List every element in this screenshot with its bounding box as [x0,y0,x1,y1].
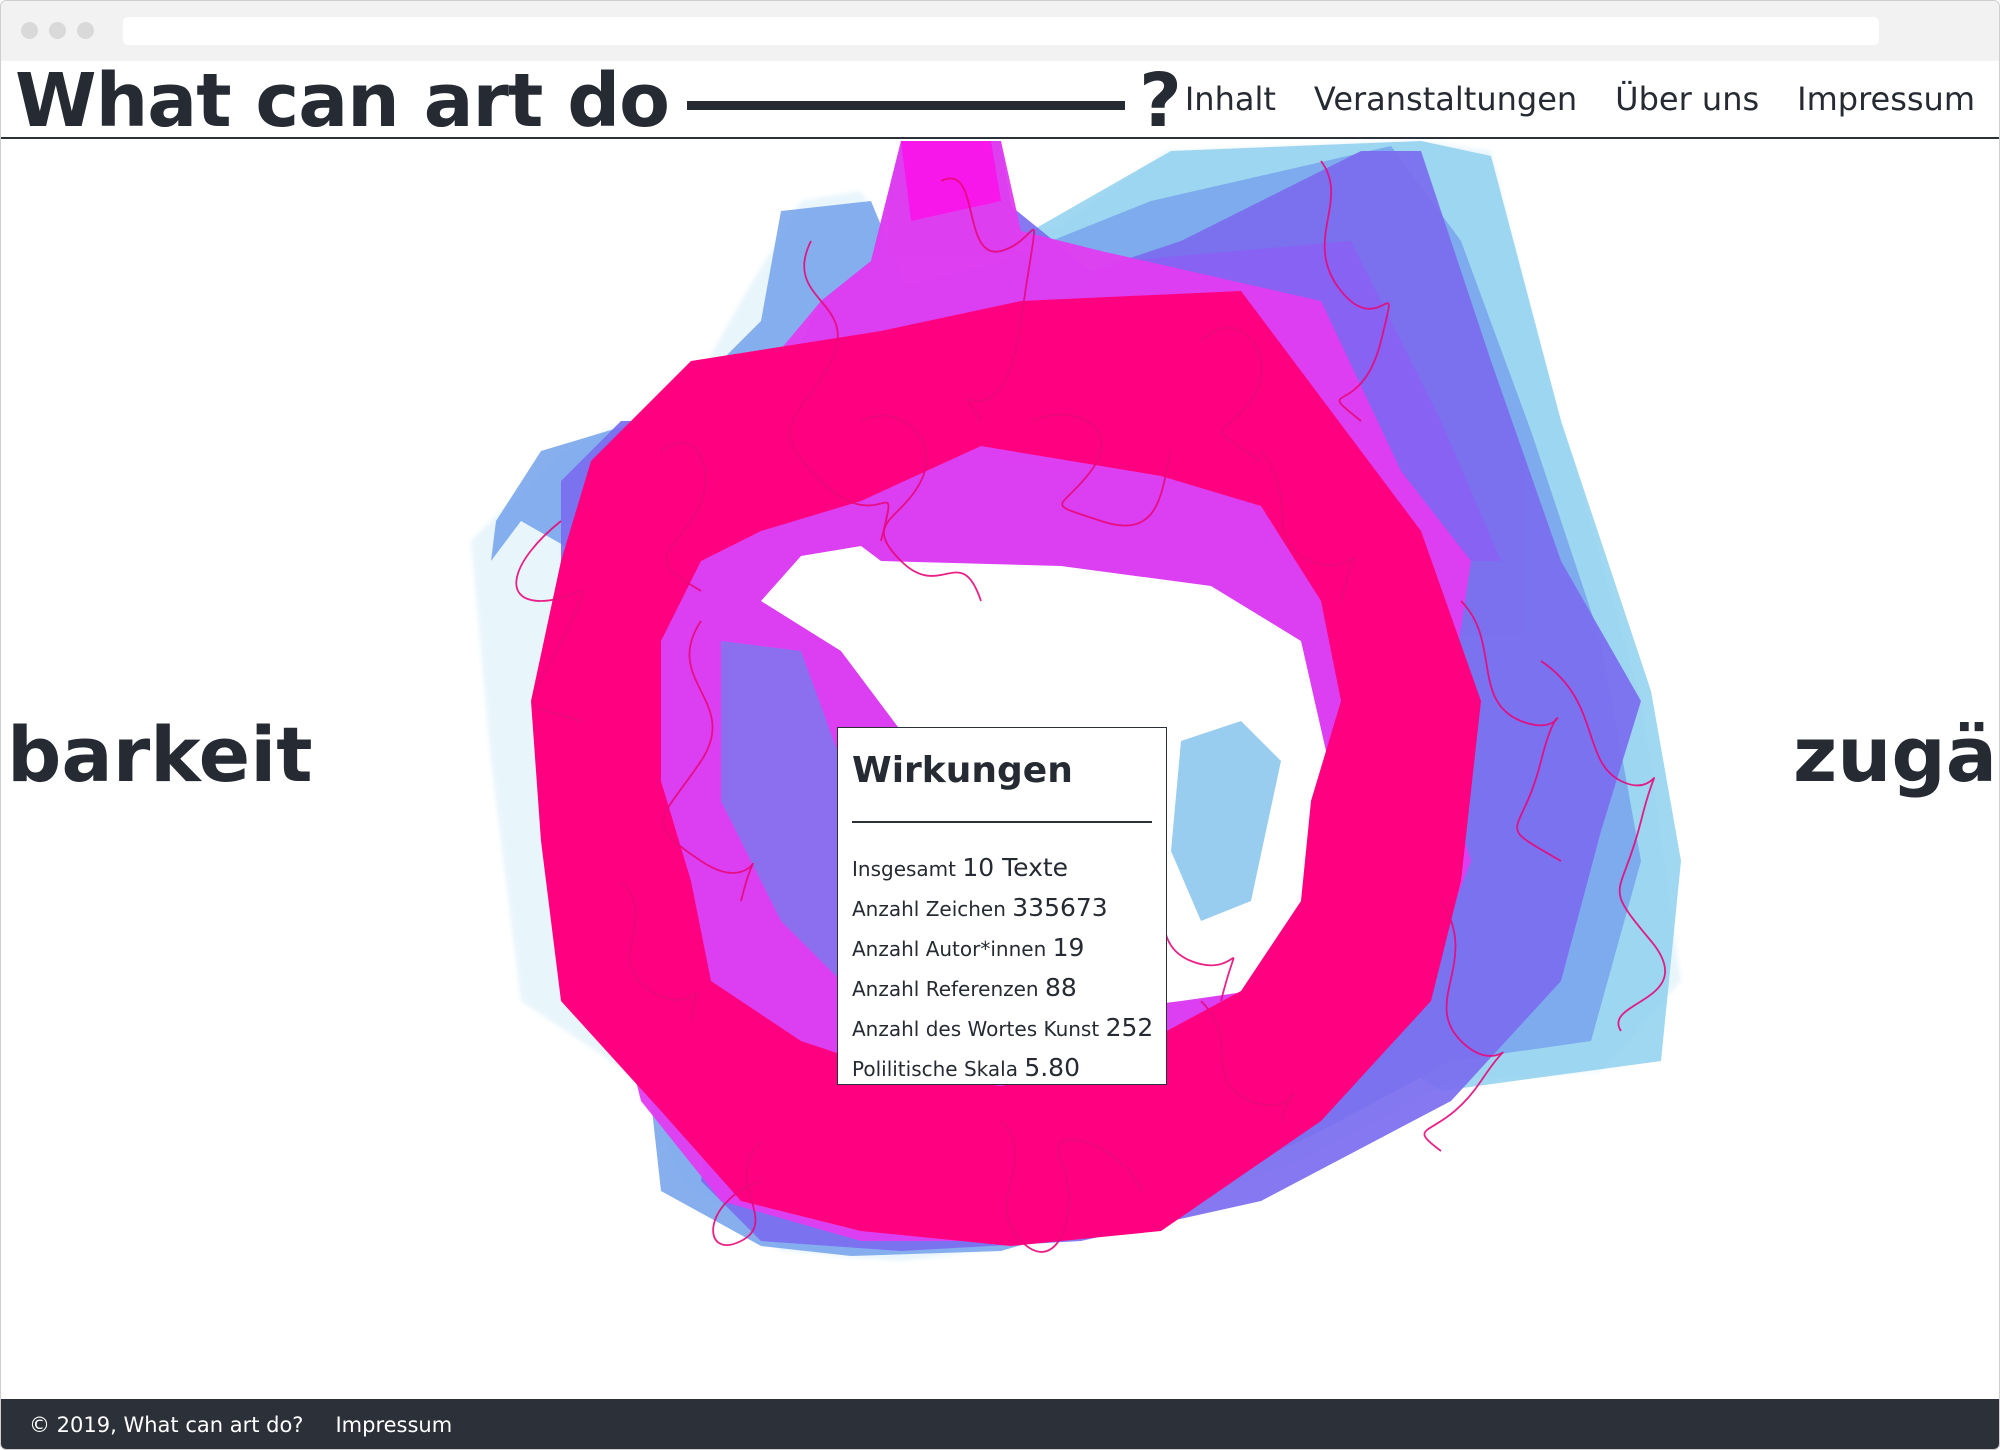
stat-value: 5.80 [1024,1053,1080,1082]
marquee-word-right: zugän [1793,710,1999,799]
stat-value: 10 Texte [962,853,1069,882]
stat-row-references: Anzahl Referenzen 88 [852,973,1152,1002]
stat-label: Anzahl Autor*innen [852,937,1047,961]
stat-value: 19 [1052,933,1085,962]
footer-impressum-link[interactable]: Impressum [335,1413,452,1437]
visualization-stage: barkeit zugän Wirkungen Insgesamt 10 Tex… [1,139,1999,1399]
site-title[interactable]: What can art do ? [15,58,1182,144]
window-close-icon[interactable] [21,22,38,39]
stat-label: Anzahl Referenzen [852,977,1039,1001]
stat-label: Insgesamt [852,857,956,881]
card-title: Wirkungen [852,750,1073,791]
browser-toolbar [1,1,1999,62]
address-bar[interactable] [123,17,1879,45]
stats-tooltip: Wirkungen Insgesamt 10 Texte Anzahl Zeic… [837,727,1167,1085]
nav-veranstaltungen[interactable]: Veranstaltungen [1314,80,1577,118]
window-zoom-icon[interactable] [77,22,94,39]
title-dash-line [687,100,1125,110]
marquee-word-left: barkeit [7,710,313,799]
window-minimize-icon[interactable] [49,22,66,39]
browser-window: What can art do ? Inhalt Veranstaltungen… [0,0,2000,1450]
stat-label: Anzahl Zeichen [852,897,1006,921]
card-divider [852,821,1152,823]
stat-row-political-scale: Polilitische Skala 5.80 [852,1053,1152,1082]
site-title-question: ? [1139,58,1182,144]
stat-value: 88 [1044,973,1077,1002]
nav-impressum[interactable]: Impressum [1797,80,1975,118]
stat-row-characters: Anzahl Zeichen 335673 [852,893,1152,922]
nav-ueber-uns[interactable]: Über uns [1615,80,1759,118]
stat-value: 252 [1105,1013,1154,1042]
stat-value: 335673 [1012,893,1108,922]
site-title-text: What can art do [15,58,670,144]
stat-row-total: Insgesamt 10 Texte [852,853,1152,882]
stat-label: Anzahl des Wortes Kunst [852,1017,1100,1041]
stat-row-word-kunst: Anzahl des Wortes Kunst 252 [852,1013,1154,1042]
site-footer: © 2019, What can art do? Impressum [1,1399,1999,1449]
stat-label: Polilitische Skala [852,1057,1018,1081]
main-nav: Inhalt Veranstaltungen Über uns Impressu… [1185,61,1975,137]
nav-inhalt[interactable]: Inhalt [1185,80,1276,118]
footer-copyright: © 2019, What can art do? [29,1413,304,1437]
stat-row-authors: Anzahl Autor*innen 19 [852,933,1152,962]
